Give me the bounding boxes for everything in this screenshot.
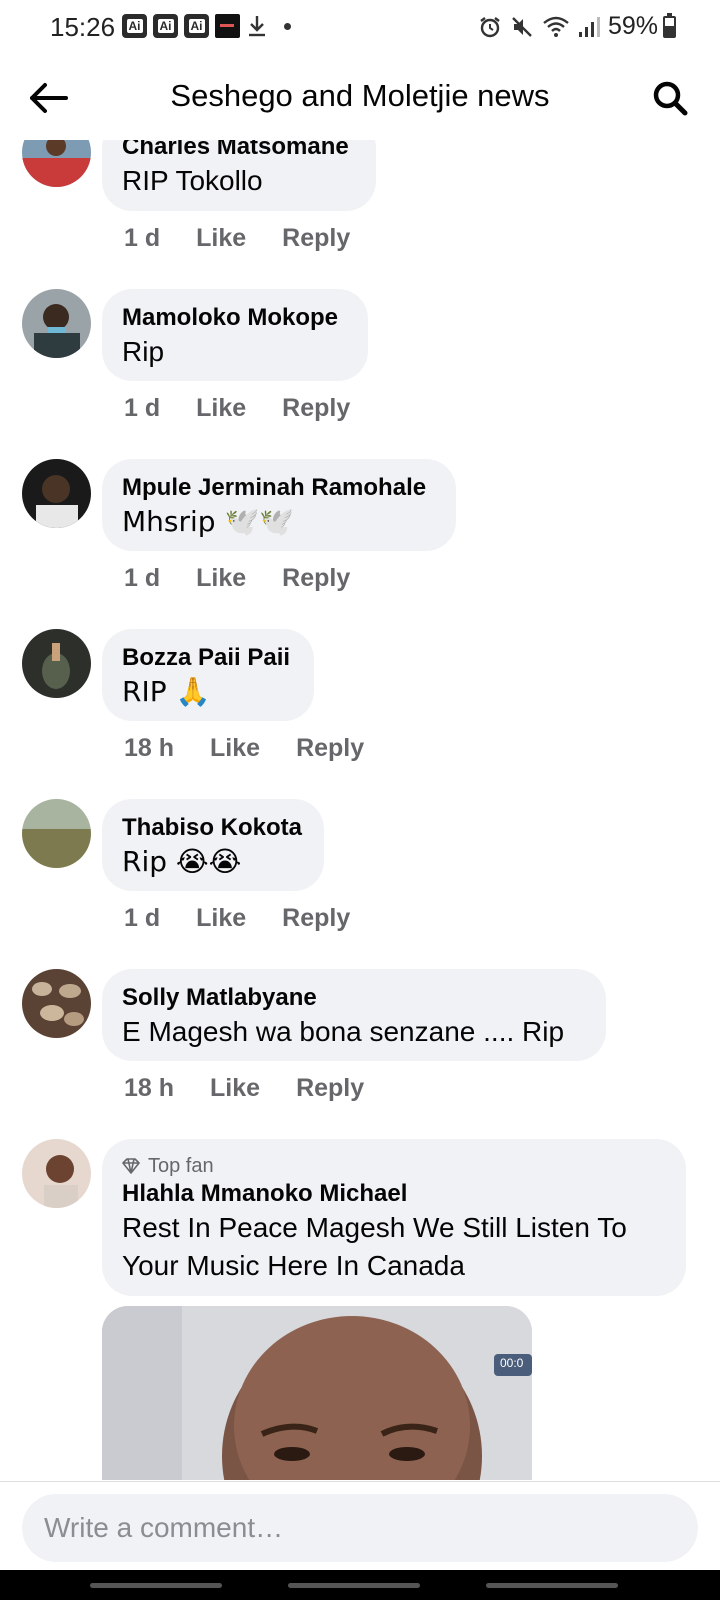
- comment-bubble[interactable]: Bozza Paii Paii RIP 🙏: [102, 629, 314, 721]
- ai-app-icon: Ai: [184, 14, 209, 38]
- comment-author[interactable]: Mpule Jerminah Ramohale: [122, 473, 436, 503]
- like-button[interactable]: Like: [196, 224, 246, 253]
- top-fan-label: Top fan: [148, 1155, 214, 1177]
- page-title: Seshego and Moletjie news: [170, 78, 550, 113]
- diamond-icon: [122, 1158, 140, 1174]
- mute-icon: [512, 16, 532, 37]
- ai-app-icon: Ai: [122, 14, 147, 38]
- avatar[interactable]: [22, 289, 91, 358]
- ai-app-icon: Ai: [153, 14, 178, 38]
- like-button[interactable]: Like: [210, 1074, 260, 1103]
- comment-input[interactable]: [22, 1494, 698, 1562]
- video-timestamp: 00:0: [500, 1356, 524, 1370]
- reply-button[interactable]: Reply: [282, 904, 350, 933]
- alarm-icon: [480, 16, 500, 37]
- comment-bubble[interactable]: Thabiso Kokota Rip 😭😭: [102, 799, 324, 891]
- comment-bubble[interactable]: Solly Matlabyane E Magesh wa bona senzan…: [102, 969, 606, 1061]
- comment-actions: 18 h Like Reply: [124, 1074, 364, 1103]
- comment-composer: [0, 1481, 720, 1569]
- notification-icons: Ai Ai Ai: [122, 14, 291, 38]
- comment-actions: 1 d Like Reply: [124, 224, 350, 253]
- avatar[interactable]: [22, 799, 91, 868]
- comment-author[interactable]: Hlahla Mmanoko Michael: [122, 1179, 666, 1209]
- back-nav-handle[interactable]: [486, 1583, 618, 1588]
- comment-actions: 1 d Like Reply: [124, 904, 350, 933]
- reply-button[interactable]: Reply: [296, 1074, 364, 1103]
- comment-time[interactable]: 18 h: [124, 1074, 174, 1103]
- signal-icon: [578, 16, 600, 37]
- comment-time[interactable]: 1 d: [124, 224, 160, 253]
- like-button[interactable]: Like: [196, 904, 246, 933]
- like-button[interactable]: Like: [196, 564, 246, 593]
- system-status-icons: 59%: [478, 12, 658, 41]
- top-bar: Seshego and Moletjie news: [0, 56, 720, 140]
- battery-icon: [663, 13, 676, 38]
- more-notifications-dot-icon: [284, 22, 291, 30]
- comment-text: RIP Tokollo: [122, 165, 263, 196]
- wifi-icon: [543, 16, 569, 37]
- system-navigation-bar: [0, 1570, 720, 1600]
- search-icon: [653, 81, 688, 116]
- status-bar: 15:26 Ai Ai Ai 59%: [0, 0, 720, 56]
- comment-bubble[interactable]: Mamoloko Mokope Rip: [102, 289, 368, 381]
- reply-button[interactable]: Reply: [282, 224, 350, 253]
- comment-actions: 18 h Like Reply: [124, 734, 364, 763]
- battery-percentage: 59%: [607, 12, 658, 40]
- reply-button[interactable]: Reply: [282, 394, 350, 423]
- avatar[interactable]: [22, 459, 91, 528]
- comment-author[interactable]: Thabiso Kokota: [122, 813, 304, 843]
- comment-text: E Magesh wa bona senzane .... Rip: [122, 1016, 565, 1047]
- comment-text: Mhsrip 🕊️🕊️: [122, 505, 295, 538]
- top-fan-badge: Top fan: [122, 1153, 666, 1179]
- status-time: 15:26: [50, 12, 116, 42]
- comment-text: RIP 🙏: [122, 675, 211, 708]
- comment-time[interactable]: 1 d: [124, 394, 160, 423]
- reply-button[interactable]: Reply: [296, 734, 364, 763]
- comment-author[interactable]: Mamoloko Mokope: [122, 303, 348, 333]
- avatar[interactable]: [22, 629, 91, 698]
- video-app-icon: [215, 14, 240, 38]
- reply-button[interactable]: Reply: [282, 564, 350, 593]
- comment-text: Rest In Peace Magesh We Still Listen To …: [122, 1212, 627, 1281]
- comment-time[interactable]: 1 d: [124, 564, 160, 593]
- comment-text: Rip 😭😭: [122, 845, 242, 878]
- comment-bubble[interactable]: Mpule Jerminah Ramohale Mhsrip 🕊️🕊️: [102, 459, 456, 551]
- like-button[interactable]: Like: [196, 394, 246, 423]
- avatar[interactable]: [22, 1139, 91, 1208]
- comments-list[interactable]: Charles Matsomane RIP Tokollo 1 d Like R…: [0, 140, 720, 1480]
- comment-time[interactable]: 18 h: [124, 734, 174, 763]
- comment-text: Rip: [122, 336, 165, 367]
- avatar[interactable]: [22, 969, 91, 1038]
- download-icon: [249, 16, 265, 37]
- search-button[interactable]: [648, 76, 692, 120]
- recents-nav-handle[interactable]: [90, 1583, 222, 1588]
- avatar[interactable]: [22, 140, 91, 187]
- comment-author[interactable]: Charles Matsomane: [122, 140, 356, 162]
- comment-time[interactable]: 1 d: [124, 904, 160, 933]
- comment-bubble[interactable]: Top fan Hlahla Mmanoko Michael Rest In P…: [102, 1139, 686, 1296]
- comment-attached-image[interactable]: 00:0: [102, 1306, 532, 1480]
- comment-author[interactable]: Solly Matlabyane: [122, 983, 586, 1013]
- comment-author[interactable]: Bozza Paii Paii: [122, 643, 294, 673]
- comment-actions: 1 d Like Reply: [124, 564, 350, 593]
- home-nav-handle[interactable]: [288, 1583, 420, 1588]
- comment-actions: 1 d Like Reply: [124, 394, 350, 423]
- like-button[interactable]: Like: [210, 734, 260, 763]
- comment-bubble[interactable]: Charles Matsomane RIP Tokollo: [102, 140, 376, 211]
